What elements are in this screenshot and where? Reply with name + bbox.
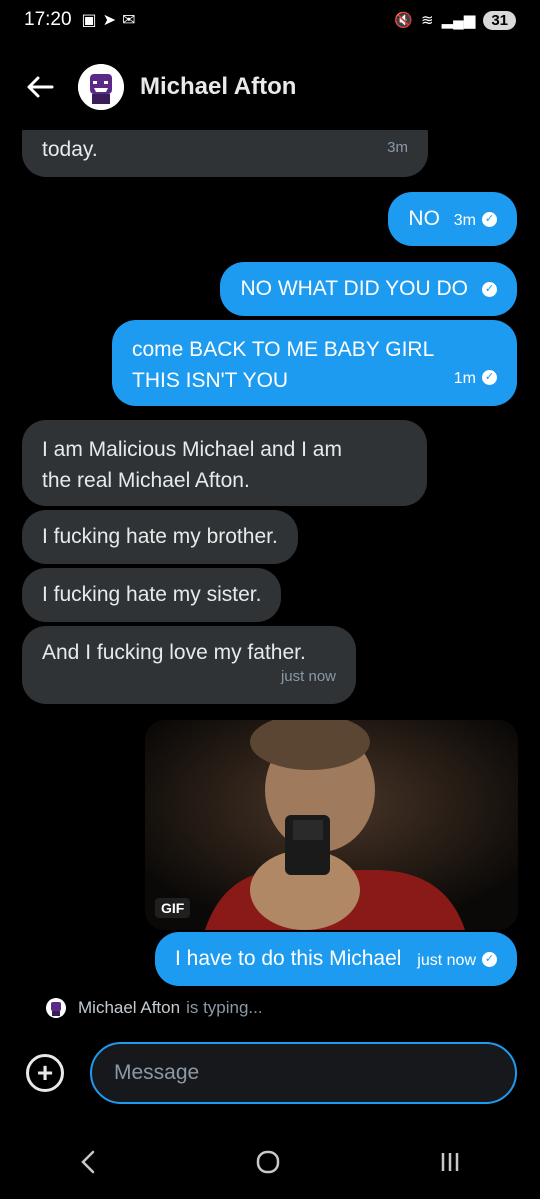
typing-indicator: Michael Afton is typing...	[46, 998, 263, 1018]
gif-attachment[interactable]: GIF	[145, 720, 518, 930]
message-text: NO	[408, 207, 440, 230]
status-time: 17:20	[24, 9, 72, 30]
add-attachment-icon[interactable]: +	[26, 1054, 64, 1092]
avatar[interactable]	[78, 64, 124, 110]
mail-icon: ✉	[122, 12, 136, 29]
wifi-icon: ≋	[421, 12, 434, 29]
typing-avatar	[46, 998, 66, 1018]
message-bubble-outgoing[interactable]: I have to do this Michael just now ✓	[154, 932, 517, 986]
message-text-line2: THIS ISN'T YOU	[132, 369, 289, 392]
message-timestamp: just now	[417, 952, 476, 969]
conversation-title[interactable]: Michael Afton	[140, 73, 296, 101]
message-text: I fucking hate my brother.	[42, 525, 278, 548]
message-text: And I fucking love my father.	[42, 641, 306, 664]
message-text: today.	[42, 138, 98, 161]
message-bubble-incoming[interactable]: today. 3m	[22, 130, 428, 177]
message-text-line2: the real Michael Afton.	[42, 469, 250, 492]
nav-home-icon[interactable]	[255, 1149, 281, 1182]
message-meta: 1m ✓	[454, 361, 497, 394]
message-timestamp: 1m	[453, 370, 476, 387]
screenshot-icon: ▣	[81, 12, 97, 29]
message-bubble-outgoing[interactable]: NO 3m ✓	[388, 192, 517, 246]
typing-name: Michael Afton	[78, 998, 181, 1017]
message-text: I fucking hate my sister.	[42, 583, 262, 606]
message-text: I have to do this Michael	[174, 947, 402, 970]
message-text-line1: come BACK TO ME BABY GIRL	[132, 338, 435, 361]
status-bar: 17:20 ▣ ➤ ✉ 🔇 ≋ ▂▄▆ 31	[0, 0, 540, 40]
message-bubble-outgoing[interactable]: come BACK TO ME BABY GIRL THIS ISN'T YOU…	[112, 320, 517, 406]
message-timestamp: just now	[280, 668, 336, 685]
back-arrow-icon[interactable]	[24, 71, 56, 103]
sent-check-icon: ✓	[482, 211, 497, 227]
message-text-line1: I am Malicious Michael and I am	[42, 438, 342, 461]
message-bubble-incoming[interactable]: And I fucking love my father. just now	[22, 626, 356, 704]
telegram-icon: ➤	[102, 12, 117, 29]
mute-icon: 🔇	[394, 12, 414, 29]
nav-recents-icon[interactable]	[438, 1150, 462, 1181]
notification-icons: ▣ ➤ ✉	[82, 10, 136, 30]
battery-indicator: 31	[483, 10, 516, 30]
sent-check-icon: ✓	[482, 281, 497, 297]
signal-icon: ▂▄▆	[441, 12, 476, 29]
conversation-header: Michael Afton	[0, 58, 540, 116]
message-bubble-incoming[interactable]: I am Malicious Michael and I am the real…	[22, 420, 427, 506]
message-thread[interactable]: today. 3m NO 3m ✓ NO WHAT DID YOU DO ✓ com…	[0, 130, 540, 1000]
message-input[interactable]	[90, 1042, 517, 1104]
message-text: NO WHAT DID YOU DO	[240, 277, 468, 300]
nav-back-icon[interactable]	[78, 1149, 98, 1182]
system-icons: 🔇 ≋ ▂▄▆ 31	[394, 10, 516, 30]
message-timestamp: 3m	[453, 212, 476, 229]
message-bubble-incoming[interactable]: I fucking hate my brother.	[22, 510, 298, 564]
message-bubble-outgoing[interactable]: NO WHAT DID YOU DO ✓	[220, 262, 517, 316]
system-nav-bar	[0, 1140, 540, 1190]
message-bubble-incoming[interactable]: I fucking hate my sister.	[22, 568, 282, 622]
gif-preview-image	[145, 720, 518, 930]
typing-status: is typing...	[186, 998, 263, 1017]
sent-check-icon: ✓	[482, 951, 497, 967]
gif-badge: GIF	[155, 898, 191, 918]
sent-check-icon: ✓	[482, 369, 497, 385]
message-timestamp: 3m	[387, 139, 408, 156]
message-composer: +	[0, 1042, 540, 1104]
